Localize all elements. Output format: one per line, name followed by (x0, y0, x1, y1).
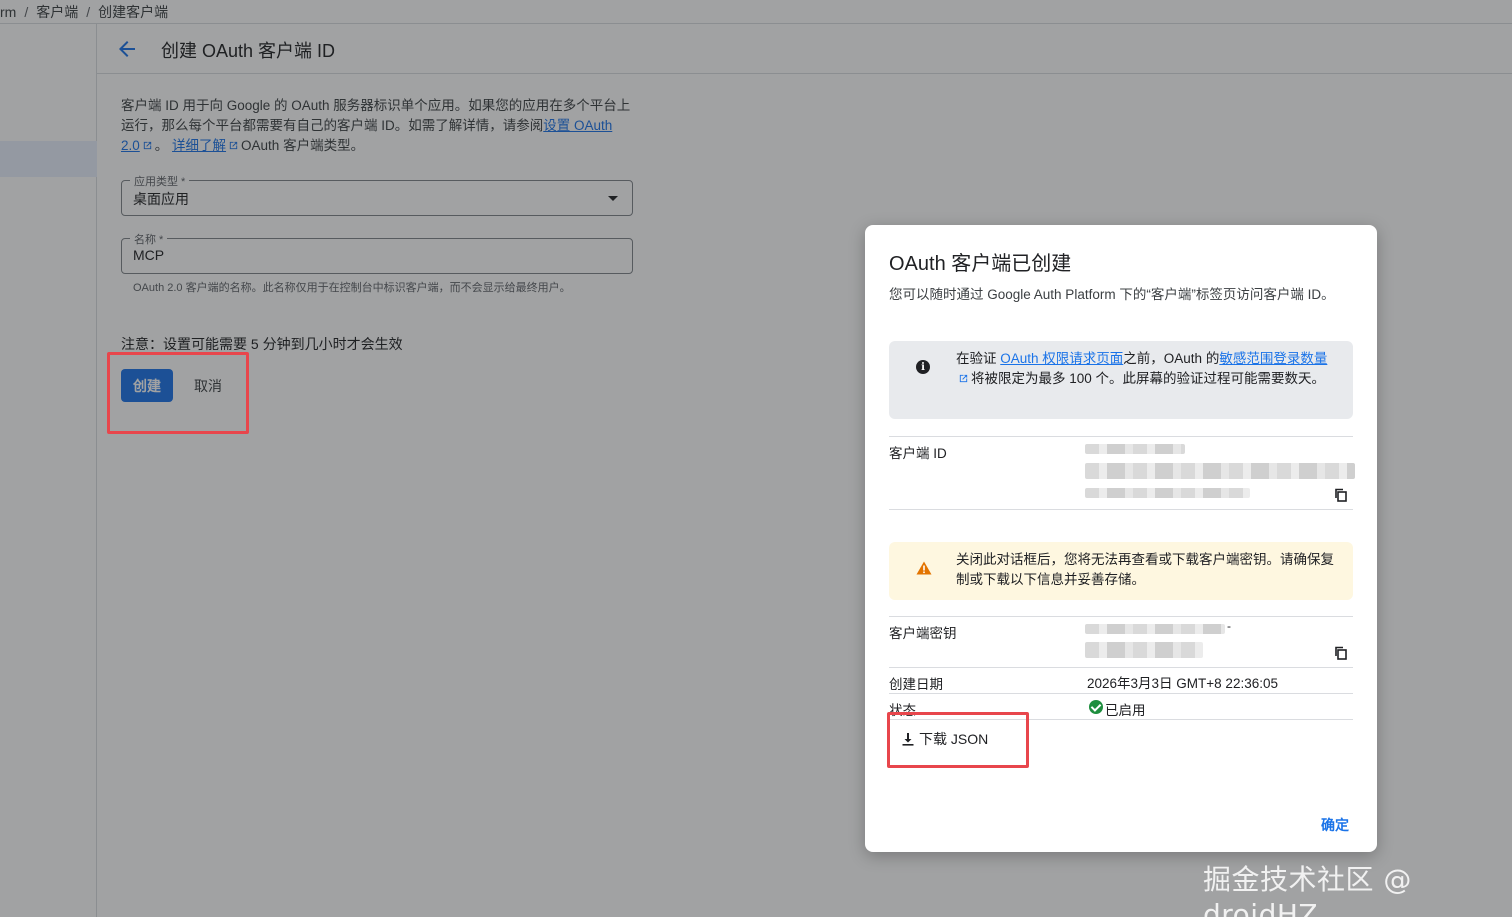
client-secret-fragment: - (1227, 619, 1231, 633)
info-text: 在验证 OAuth 权限请求页面之前，OAuth 的敏感范围登录数量将被限定为最… (956, 349, 1336, 389)
copy-icon[interactable] (1334, 488, 1348, 502)
info-banner: i 在验证 OAuth 权限请求页面之前，OAuth 的敏感范围登录数量将被限定… (889, 341, 1353, 419)
divider (889, 693, 1353, 694)
client-id-redacted (1085, 444, 1185, 454)
info-text-part: 之前，OAuth 的 (1123, 351, 1220, 366)
warning-text: 关闭此对话框后，您将无法再查看或下载客户端密钥。请确保复制或下载以下信息并妥善存… (956, 552, 1334, 587)
status-value: 已启用 (1105, 703, 1146, 718)
consent-screen-link[interactable]: OAuth 权限请求页面 (1000, 351, 1123, 366)
info-text-part: 在验证 (956, 351, 1001, 366)
client-secret-redacted (1085, 642, 1203, 658)
client-id-redacted (1085, 488, 1250, 498)
created-date-value: 2026年3月3日 GMT+8 22:36:05 (1087, 676, 1278, 691)
ok-button[interactable]: 确定 (1321, 815, 1349, 835)
divider (889, 667, 1353, 668)
divider (889, 509, 1353, 510)
created-date-label: 创建日期 (889, 677, 943, 692)
info-text-part: 将被限定为最多 100 个。此屏幕的验证过程可能需要数天。 (971, 371, 1326, 386)
client-id-redacted (1085, 463, 1355, 479)
dialog-subtitle: 您可以随时通过 Google Auth Platform 下的“客户端”标签页访… (889, 287, 1335, 302)
copy-icon[interactable] (1334, 646, 1348, 660)
annotation-highlight-box (107, 352, 249, 434)
warning-icon (916, 561, 932, 575)
check-circle-icon (1089, 700, 1103, 714)
divider (889, 436, 1353, 437)
sensitive-scope-link[interactable]: 敏感范围登录数量 (1219, 351, 1327, 366)
watermark-text: 掘金技术社区 @ droidHZ (1203, 863, 1412, 917)
client-secret-label: 客户端密钥 (889, 626, 957, 641)
warning-banner: 关闭此对话框后，您将无法再查看或下载客户端密钥。请确保复制或下载以下信息并妥善存… (889, 542, 1353, 600)
external-link-icon (959, 374, 968, 383)
dialog-title: OAuth 客户端已创建 (889, 253, 1072, 275)
client-secret-redacted (1085, 624, 1225, 634)
client-id-label: 客户端 ID (889, 446, 947, 461)
info-icon: i (916, 360, 930, 374)
divider (889, 616, 1353, 617)
annotation-highlight-box (887, 712, 1029, 768)
